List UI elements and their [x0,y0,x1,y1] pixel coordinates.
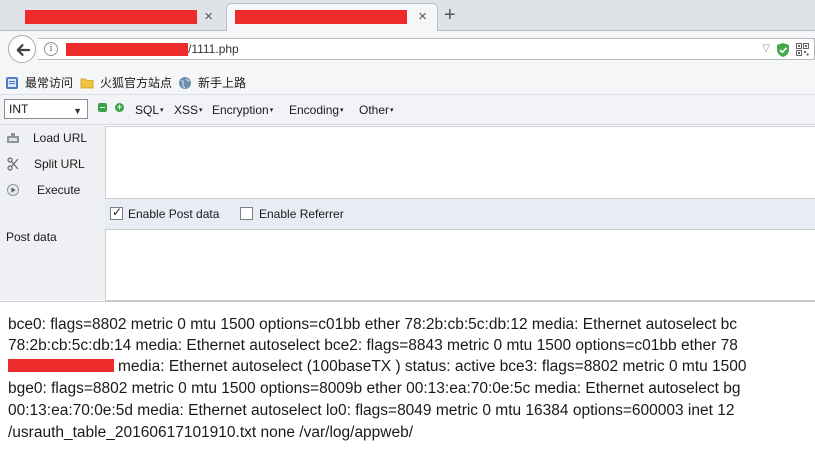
tab-active[interactable]: × [226,3,438,31]
bookmark-firefox-official[interactable]: 火狐官方站点 [80,74,172,91]
load-url-icon [7,133,19,143]
globe-icon [179,76,191,89]
menu-label: SQL [135,103,160,117]
split-url-icon [7,157,19,171]
hackbar-toolbar: INT ▼ + SQL▾ XSS▾ Encryption▾ Encoding▾ … [0,95,815,125]
back-arrow-icon [16,44,31,56]
output-line: 00:13:ea:70:0e:5d media: Ethernet autose… [8,402,735,419]
bookmark-label: 最常访问 [25,76,74,90]
load-url-button[interactable]: Load URL [0,128,105,150]
navigation-bar: i /1111.php ▽ [0,31,815,67]
decrease-icon[interactable] [98,103,107,112]
menu-label: Encoding [289,103,340,117]
redacted-text [8,359,114,372]
post-data-label: Post data [6,230,57,244]
bookmark-most-visited[interactable]: 最常访问 [5,74,73,91]
action-label: Load URL [33,131,88,145]
execute-button[interactable]: Execute [0,180,105,202]
back-button[interactable] [8,35,36,63]
execute-icon [7,184,19,196]
url-text[interactable]: /1111.php [188,42,239,56]
divider [0,301,815,302]
menu-label: Encryption [212,103,269,117]
tab-inactive[interactable]: × [14,3,224,31]
enable-post-label: Enable Post data [128,207,220,221]
output-line: 78:2b:cb:5c:db:14 media: Ethernet autose… [8,337,738,354]
encoding-type-select[interactable]: INT ▼ [4,99,88,119]
redacted-tab-title [235,10,407,24]
bookmark-getting-started[interactable]: 新手上路 [178,74,246,91]
menu-encryption[interactable]: Encryption▾ [212,103,273,117]
split-url-button[interactable]: Split URL [0,154,105,176]
action-label: Execute [37,183,81,197]
folder-icon [80,78,94,88]
post-data-textarea[interactable] [105,229,815,301]
menu-encoding[interactable]: Encoding▾ [289,103,344,117]
increase-icon[interactable]: + [115,103,124,112]
enable-referrer-label: Enable Referrer [259,207,344,221]
menu-xss[interactable]: XSS▾ [174,103,203,117]
bookmarks-toolbar: 最常访问 火狐官方站点 新手上路 [0,67,815,95]
select-value: INT [9,102,29,116]
address-bar[interactable]: i /1111.php ▽ [38,38,815,60]
page-output: bce0: flags=8802 metric 0 mtu 1500 optio… [8,316,815,449]
bookmark-icon [6,76,18,89]
hackbar-options-bar: Enable Post data Enable Referrer [105,199,815,229]
bookmark-label: 火狐官方站点 [100,76,173,90]
menu-label: Other [359,103,390,117]
output-line: /usrauth_table_20160617101910.txt none /… [8,424,414,441]
chevron-down-icon: ▼ [73,106,82,116]
redacted-tab-title [25,10,197,24]
menu-other[interactable]: Other▾ [359,103,394,117]
new-tab-button[interactable]: + [444,4,456,26]
hackbar-actions-panel: Load URL Split URL Execute [0,125,105,300]
bookmark-label: 新手上路 [198,76,247,90]
url-history-dropdown-icon[interactable]: ▽ [762,43,770,54]
qr-code-icon[interactable] [796,43,809,56]
menu-sql[interactable]: SQL▾ [135,103,164,117]
close-tab-icon[interactable]: × [204,8,213,26]
tab-strip: × × + [0,0,815,31]
url-textarea[interactable] [105,126,815,199]
menu-label: XSS [174,103,199,117]
output-line-redacted: media: Ethernet autoselect (100baseTX ) … [8,358,747,376]
output-line: bge0: flags=8802 metric 0 mtu 1500 optio… [8,380,741,397]
action-label: Split URL [34,157,85,171]
output-text: media: Ethernet autoselect (100baseTX ) … [118,358,747,375]
enable-post-checkbox[interactable] [110,205,123,220]
enable-referrer-checkbox[interactable] [240,207,253,220]
shield-icon[interactable] [776,42,790,58]
output-line: bce0: flags=8802 metric 0 mtu 1500 optio… [8,316,737,333]
site-info-icon[interactable]: i [44,42,58,56]
redacted-url-host [66,43,188,56]
close-tab-icon[interactable]: × [418,8,427,26]
